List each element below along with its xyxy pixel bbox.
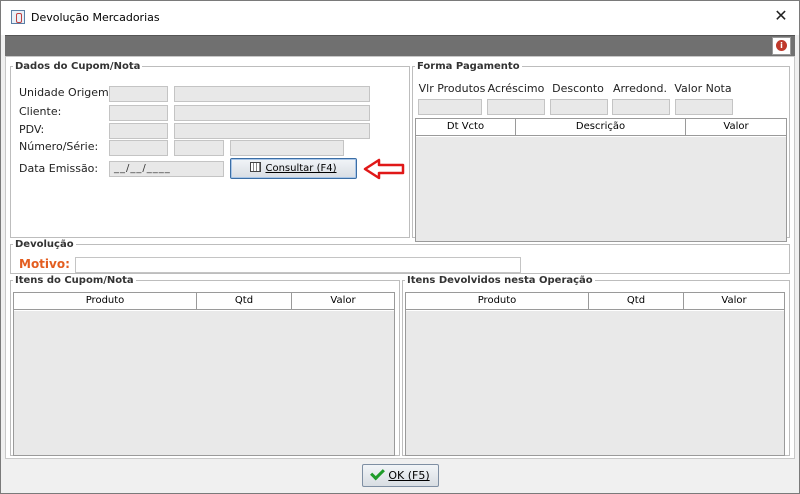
check-icon — [370, 465, 386, 481]
unidade-origem-label: Unidade Origem: — [19, 86, 113, 99]
ok-button[interactable]: OK (F5) — [362, 464, 439, 487]
motivo-label: Motivo: — [19, 257, 70, 271]
numero-serie-extra-field[interactable] — [230, 140, 344, 156]
ok-label: OK (F5) — [388, 469, 430, 482]
pagamento-table-body — [416, 137, 786, 241]
devolucao-group: Devolução Motivo: — [10, 239, 790, 274]
arredond-label: Arredond. — [612, 82, 668, 95]
col-valor[interactable]: Valor — [292, 293, 394, 309]
motivo-input[interactable] — [75, 257, 521, 273]
calendar-icon — [250, 162, 262, 172]
valor-nota-label: Valor Nota — [674, 82, 732, 95]
window-title: Devolução Mercadorias — [31, 11, 160, 24]
valor-nota-field — [675, 99, 733, 115]
col-produto[interactable]: Produto — [406, 293, 589, 309]
title-bar: Devolução Mercadorias ✕ — [1, 1, 799, 35]
col-valor[interactable]: Valor — [686, 119, 786, 135]
col-descricao[interactable]: Descrição — [516, 119, 686, 135]
app-java-icon — [11, 10, 25, 24]
itens-cupom-table[interactable]: Produto Qtd Valor — [13, 292, 395, 456]
red-arrow-left-icon — [363, 158, 405, 180]
devolucao-legend: Devolução — [15, 239, 74, 250]
cliente-label: Cliente: — [19, 105, 62, 118]
toolbar: i — [5, 35, 795, 56]
pdv-label: PDV: — [19, 123, 45, 136]
consultar-label: Consultar (F4) — [265, 163, 337, 174]
unidade-origem-code-field[interactable] — [109, 86, 168, 102]
dialog-window: Devolução Mercadorias ✕ i Dados do Cupom… — [0, 0, 800, 494]
itens-cupom-legend: Itens do Cupom/Nota — [15, 275, 134, 286]
vlr-produtos-field — [418, 99, 482, 115]
pdv-name-field[interactable] — [174, 123, 370, 139]
data-emissao-field[interactable]: __/__/____ — [109, 161, 224, 177]
itens-devolvidos-table-body — [406, 311, 784, 455]
pagamento-table[interactable]: Dt Vcto Descrição Valor — [415, 118, 787, 242]
dados-cupom-group: Dados do Cupom/Nota Unidade Origem: Clie… — [10, 61, 410, 238]
numero-field[interactable] — [109, 140, 168, 156]
vlr-produtos-label: Vlr Produtos — [418, 82, 486, 95]
pagamento-table-header: Dt Vcto Descrição Valor — [416, 119, 786, 136]
cliente-name-field[interactable] — [174, 105, 370, 121]
forma-pagamento-legend: Forma Pagamento — [417, 61, 520, 72]
acrescimo-field — [487, 99, 545, 115]
itens-devolvidos-legend: Itens Devolvidos nesta Operação — [407, 275, 593, 286]
col-produto[interactable]: Produto — [14, 293, 197, 309]
desconto-label: Desconto — [552, 82, 604, 95]
data-emissao-label: Data Emissão: — [19, 162, 99, 175]
forma-pagamento-group: Forma Pagamento Vlr Produtos Acréscimo D… — [412, 61, 790, 242]
col-valor[interactable]: Valor — [684, 293, 784, 309]
col-qtd[interactable]: Qtd — [589, 293, 684, 309]
itens-cupom-table-header: Produto Qtd Valor — [14, 293, 394, 310]
info-button[interactable]: i — [772, 37, 791, 55]
content-panel: Dados do Cupom/Nota Unidade Origem: Clie… — [5, 56, 795, 459]
close-icon[interactable]: ✕ — [773, 7, 789, 25]
pdv-code-field[interactable] — [109, 123, 168, 139]
unidade-origem-name-field[interactable] — [174, 86, 370, 102]
col-qtd[interactable]: Qtd — [197, 293, 292, 309]
serie-field[interactable] — [174, 140, 224, 156]
itens-devolvidos-group: Itens Devolvidos nesta Operação Produto … — [402, 275, 790, 456]
col-dt-vcto[interactable]: Dt Vcto — [416, 119, 516, 135]
cliente-code-field[interactable] — [109, 105, 168, 121]
data-emissao-value: __/__/____ — [114, 163, 171, 174]
itens-devolvidos-table[interactable]: Produto Qtd Valor — [405, 292, 785, 456]
arredond-field — [612, 99, 670, 115]
acrescimo-label: Acréscimo — [487, 82, 545, 95]
numero-serie-label: Número/Série: — [19, 140, 99, 153]
itens-cupom-table-body — [14, 311, 394, 455]
dados-cupom-legend: Dados do Cupom/Nota — [15, 61, 141, 72]
desconto-field — [550, 99, 608, 115]
consultar-button[interactable]: Consultar (F4) — [230, 158, 357, 179]
itens-devolvidos-table-header: Produto Qtd Valor — [406, 293, 784, 310]
info-icon: i — [776, 40, 787, 51]
itens-cupom-group: Itens do Cupom/Nota Produto Qtd Valor — [10, 275, 400, 456]
